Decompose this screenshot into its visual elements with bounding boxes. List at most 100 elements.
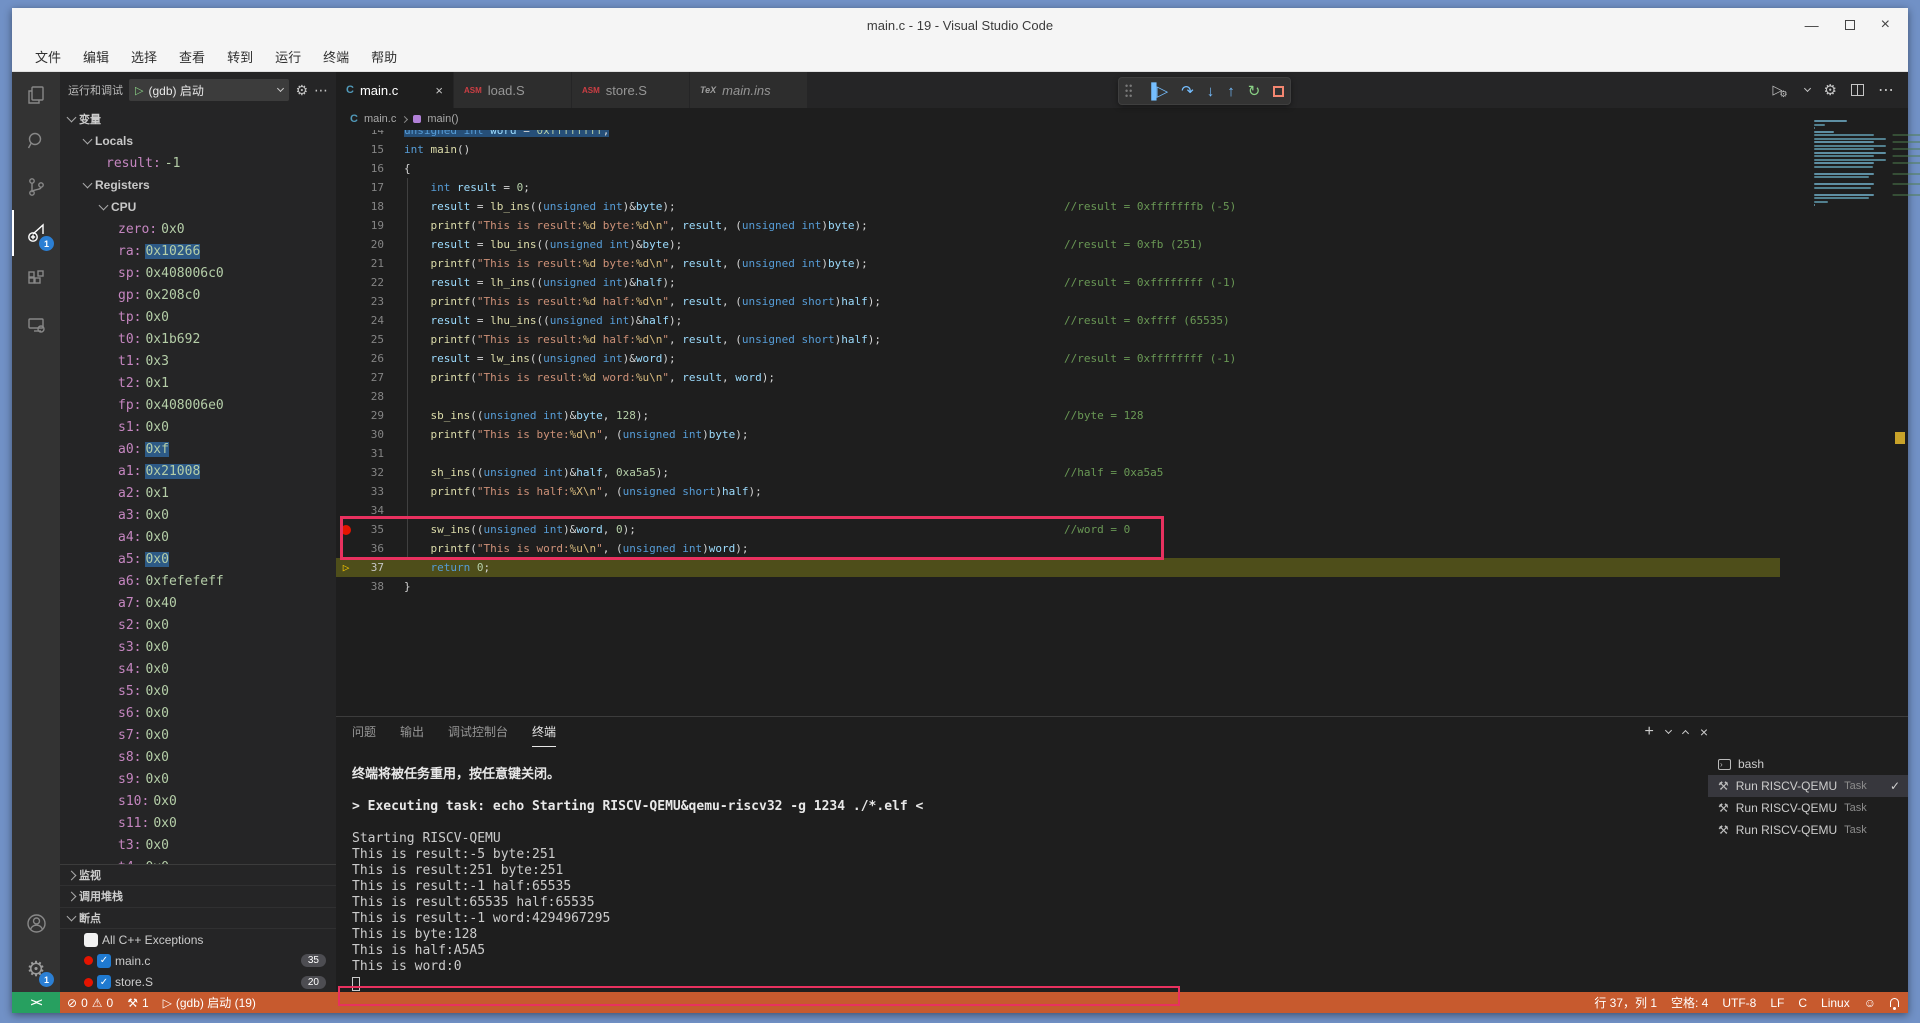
register-row-a1[interactable]: a1: 0x21008	[60, 460, 336, 482]
debug-settings-gear-icon[interactable]: ⚙	[295, 82, 308, 99]
editor-settings-gear-icon[interactable]: ⚙	[1824, 81, 1837, 99]
remote-indicator[interactable]: ><	[12, 992, 60, 1013]
register-row-a6[interactable]: a6: 0xfefefeff	[60, 570, 336, 592]
run-debug-icon[interactable]: 1	[12, 210, 60, 256]
step-out-icon[interactable]: ↑	[1227, 84, 1235, 99]
register-row-s5[interactable]: s5: 0x0	[60, 680, 336, 702]
tree-row[interactable]: Registers	[60, 174, 336, 196]
feedback-icon[interactable]: ☺	[1857, 996, 1883, 1010]
start-debug-icon[interactable]: ▷	[135, 84, 143, 97]
cursor-position[interactable]: 行 37，列 1	[1587, 994, 1664, 1011]
register-row-fp[interactable]: fp: 0x408006e0	[60, 394, 336, 416]
register-row-a0[interactable]: a0: 0xf	[60, 438, 336, 460]
register-row-tp[interactable]: tp: 0x0	[60, 306, 336, 328]
maximize-panel-icon[interactable]	[1682, 730, 1689, 737]
register-row-s9[interactable]: s9: 0x0	[60, 768, 336, 790]
terminal-dropdown-icon[interactable]	[1665, 727, 1672, 734]
breakpoint-checkbox[interactable]: ✓	[97, 954, 111, 968]
panel-tab-问题[interactable]: 问题	[352, 717, 376, 747]
register-row-s8[interactable]: s8: 0x0	[60, 746, 336, 768]
register-row-a2[interactable]: a2: 0x1	[60, 482, 336, 504]
menu-item-0[interactable]: 文件	[26, 44, 70, 69]
menu-item-7[interactable]: 帮助	[362, 44, 406, 69]
source-control-icon[interactable]	[12, 164, 60, 210]
settings-gear-icon[interactable]: ⚙ 1	[12, 946, 60, 992]
task-status[interactable]: ⚒1	[120, 992, 155, 1013]
register-row-a3[interactable]: a3: 0x0	[60, 504, 336, 526]
search-icon[interactable]	[12, 118, 60, 164]
terminal-list-item-2[interactable]: ⚒Run RISCV-QEMUTask	[1708, 797, 1908, 819]
step-into-icon[interactable]: ↓	[1207, 84, 1215, 99]
launch-config-select[interactable]: ▷ (gdb) 启动	[129, 79, 289, 101]
debug-session-status[interactable]: ▷(gdb) 启动 (19)	[156, 992, 263, 1013]
indentation[interactable]: 空格: 4	[1664, 994, 1715, 1011]
breadcrumb-symbol[interactable]: main()	[427, 113, 458, 125]
breadcrumb[interactable]: C main.c main()	[336, 108, 1908, 130]
breakpoint-row-store-S[interactable]: ✓store.S20	[60, 971, 336, 992]
register-row-s6[interactable]: s6: 0x0	[60, 702, 336, 724]
register-row-a7[interactable]: a7: 0x40	[60, 592, 336, 614]
breakpoint-row-All-C---Exceptions[interactable]: All C++ Exceptions	[60, 929, 336, 950]
register-row-a4[interactable]: a4: 0x0	[60, 526, 336, 548]
current-line-arrow[interactable]: ▷	[336, 558, 356, 577]
register-row-sp[interactable]: sp: 0x408006c0	[60, 262, 336, 284]
explorer-icon[interactable]	[12, 72, 60, 118]
variable-row-result[interactable]: result: -1	[60, 152, 336, 174]
breakpoint-checkbox[interactable]	[84, 933, 98, 947]
step-over-icon[interactable]: ↷	[1181, 84, 1194, 99]
register-row-a5[interactable]: a5: 0x0	[60, 548, 336, 570]
tree-row[interactable]: CPU	[60, 196, 336, 218]
register-row-t4[interactable]: t4: 0x0	[60, 856, 336, 864]
problems-status[interactable]: ⊘0 ⚠0	[60, 992, 120, 1013]
panel-tab-终端[interactable]: 终端	[532, 717, 556, 747]
section-watch[interactable]: 监视	[60, 865, 336, 886]
menu-item-5[interactable]: 运行	[266, 44, 310, 69]
tree-row[interactable]: Locals	[60, 130, 336, 152]
register-row-s10[interactable]: s10: 0x0	[60, 790, 336, 812]
code-editor[interactable]: 14unsigned int word = 0xffffffff;15int m…	[336, 130, 1908, 716]
menu-item-2[interactable]: 选择	[122, 44, 166, 69]
toolbar-grip-icon[interactable]: •• •• ••	[1125, 84, 1133, 99]
register-row-s4[interactable]: s4: 0x0	[60, 658, 336, 680]
terminal-list-item-3[interactable]: ⚒Run RISCV-QEMUTask	[1708, 819, 1908, 841]
more-actions-icon[interactable]: ⋯	[314, 82, 328, 99]
menu-item-1[interactable]: 编辑	[74, 44, 118, 69]
section-breakpoints[interactable]: 断点	[60, 908, 336, 929]
menu-item-6[interactable]: 终端	[314, 44, 358, 69]
close-panel-icon[interactable]: ×	[1700, 724, 1708, 740]
register-row-s3[interactable]: s3: 0x0	[60, 636, 336, 658]
register-row-zero[interactable]: zero: 0x0	[60, 218, 336, 240]
menu-item-4[interactable]: 转到	[218, 44, 262, 69]
maximize-icon[interactable]	[1845, 20, 1855, 30]
notifications-bell-icon[interactable]	[1883, 998, 1908, 1007]
terminal-list-item-1[interactable]: ⚒Run RISCV-QEMUTask✓	[1708, 775, 1908, 797]
split-editor-icon[interactable]	[1851, 84, 1864, 96]
new-terminal-icon[interactable]: +	[1644, 723, 1653, 741]
run-or-debug-icon[interactable]: ▷⚙	[1772, 82, 1790, 98]
panel-tab-输出[interactable]: 输出	[400, 717, 424, 747]
register-row-s11[interactable]: s11: 0x0	[60, 812, 336, 834]
language-mode[interactable]: C	[1791, 996, 1814, 1010]
tab-main-ins[interactable]: TeXmain.ins	[690, 72, 808, 108]
stop-icon[interactable]	[1273, 86, 1284, 97]
run-chevron-icon[interactable]	[1804, 85, 1811, 92]
tab-main-c[interactable]: Cmain.c×	[336, 72, 454, 108]
tab-close-icon[interactable]: ×	[427, 83, 443, 98]
register-row-s1[interactable]: s1: 0x0	[60, 416, 336, 438]
encoding[interactable]: UTF-8	[1715, 996, 1763, 1010]
register-row-s7[interactable]: s7: 0x0	[60, 724, 336, 746]
terminal-output[interactable]: 终端将被任务重用，按任意键关闭。 > Executing task: echo …	[336, 747, 1708, 992]
minimap[interactable]	[1814, 120, 1894, 208]
editor-more-actions-icon[interactable]: ⋯	[1878, 80, 1894, 100]
continue-icon[interactable]: ▐▷	[1146, 84, 1168, 99]
eol-sequence[interactable]: LF	[1763, 996, 1791, 1010]
register-row-t0[interactable]: t0: 0x1b692	[60, 328, 336, 350]
register-row-s2[interactable]: s2: 0x0	[60, 614, 336, 636]
register-row-t3[interactable]: t3: 0x0	[60, 834, 336, 856]
extensions-icon[interactable]	[12, 256, 60, 302]
restart-icon[interactable]: ↻	[1248, 84, 1261, 99]
account-icon[interactable]	[12, 900, 60, 946]
panel-tab-调试控制台[interactable]: 调试控制台	[448, 717, 508, 747]
tab-load-S[interactable]: ASMload.S	[454, 72, 572, 108]
close-icon[interactable]: ×	[1881, 17, 1890, 33]
